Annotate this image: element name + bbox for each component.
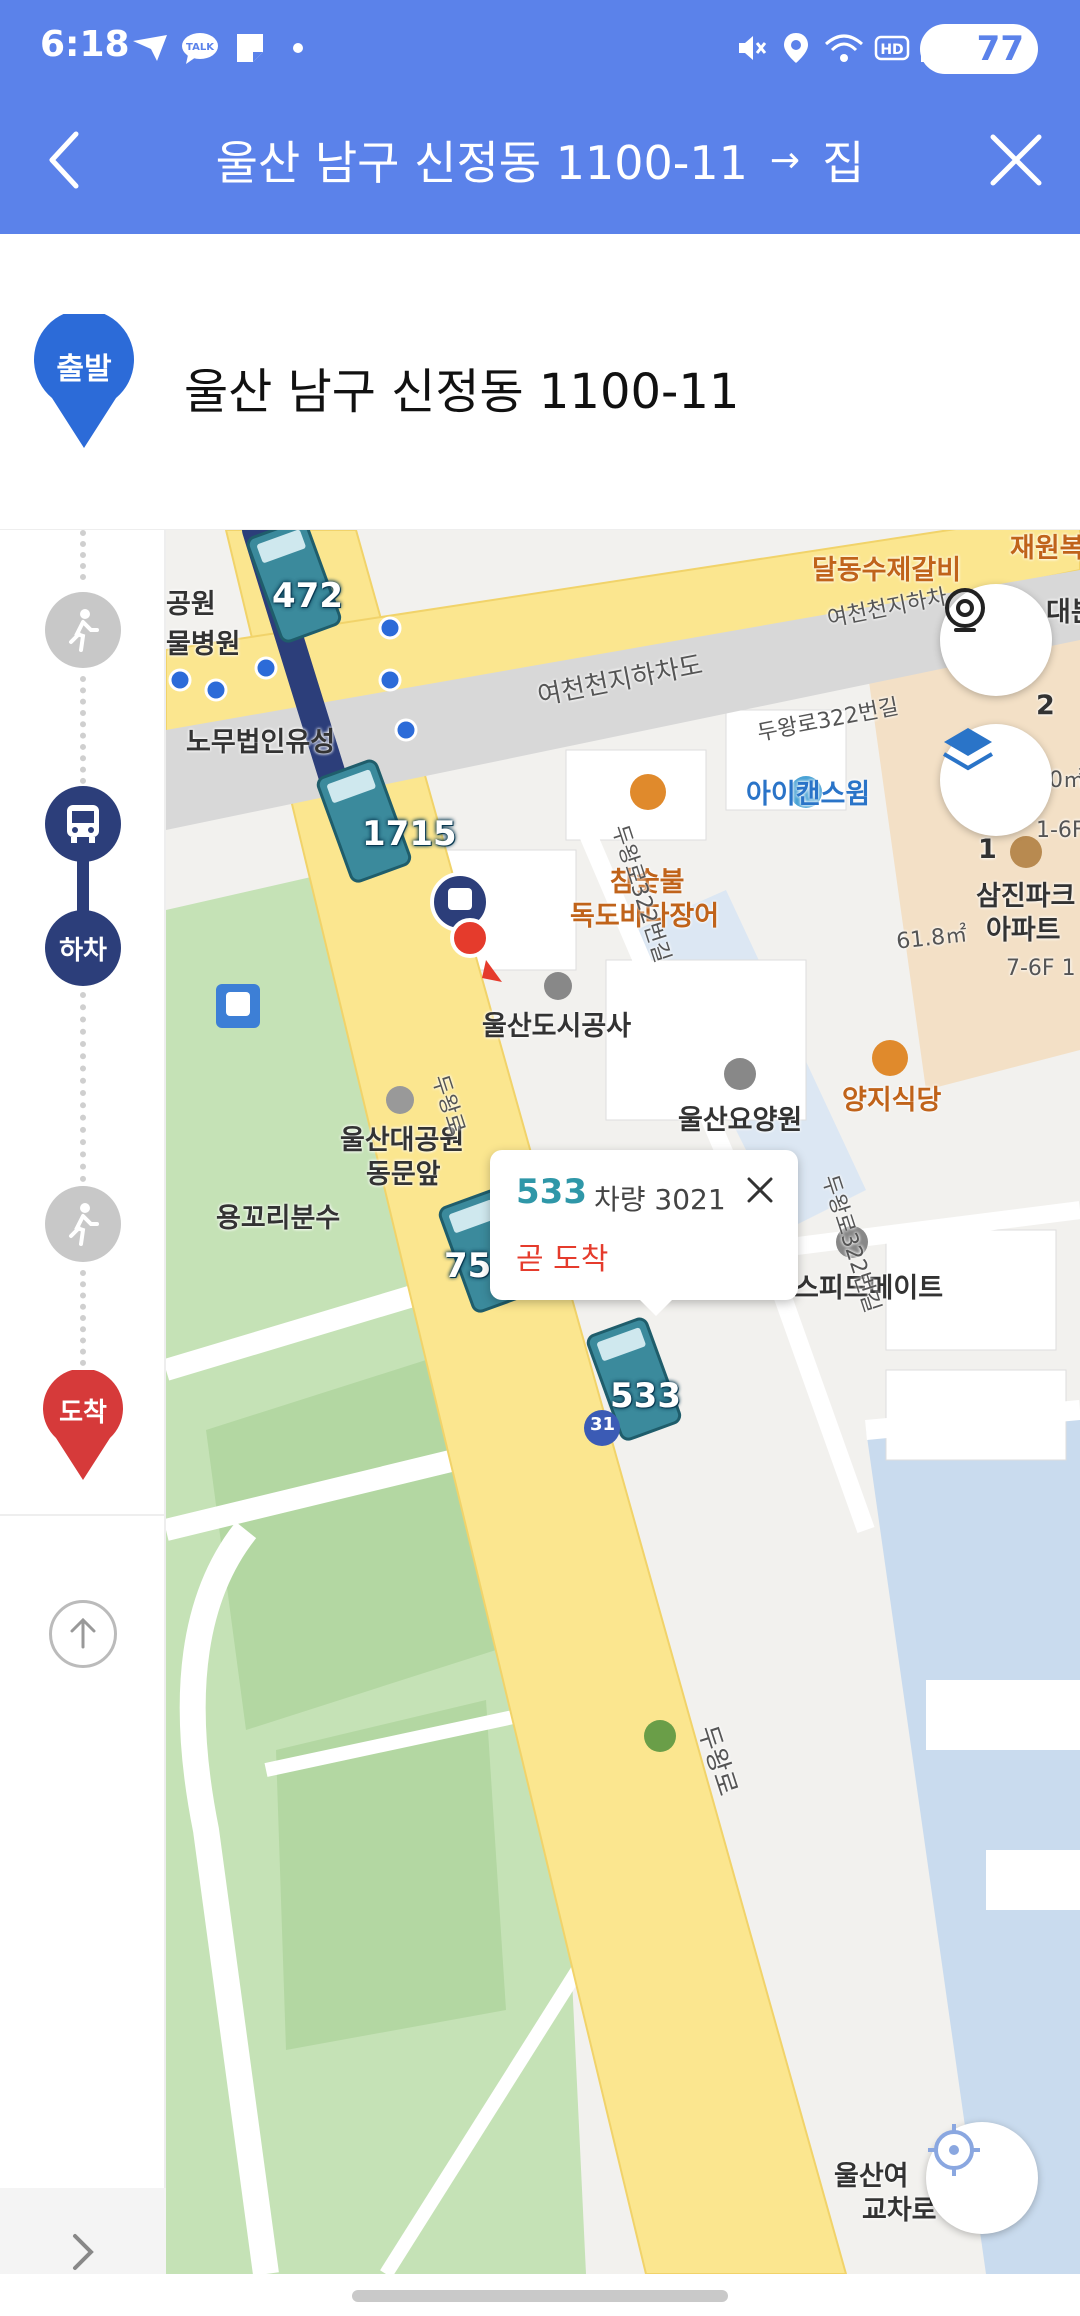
back-button[interactable]: [28, 124, 100, 196]
app-header: 6:18 TALK HD 77 울산 남구 신정동 1100-11 → 집: [0, 0, 1080, 234]
mute-icon: [732, 28, 772, 68]
origin-address: 울산 남구 신정동 1100-11: [184, 364, 740, 420]
map-label-num-2: 2: [1036, 690, 1055, 721]
svg-text:HD: HD: [880, 42, 903, 58]
bus-75-label[interactable]: 75: [444, 1246, 491, 1286]
walk-dots: [80, 1270, 86, 1366]
close-icon: [747, 1177, 773, 1203]
walking-person-icon: [69, 1203, 99, 1246]
map-view[interactable]: 공원 물병원 노무법인유성 달동수제갈비 재원복 대분 여천천지하차도 여천천지…: [166, 530, 1080, 2274]
hd-icon: HD: [872, 28, 912, 68]
nav-row: 울산 남구 신정동 1100-11 → 집: [0, 96, 1080, 234]
notes-icon: [230, 28, 270, 68]
bus-info-popup[interactable]: 533 차량 3021 곧 도착: [490, 1150, 798, 1316]
target-pin-icon: [945, 588, 985, 632]
location-pin-button[interactable]: [940, 584, 1052, 696]
map-label-jaewon: 재원복: [1010, 533, 1080, 564]
walk-dots: [80, 992, 86, 1182]
status-time: 6:18: [40, 24, 130, 65]
walk-step-2[interactable]: [45, 1186, 121, 1262]
park-marker-icon: [644, 1720, 676, 1752]
layers-icon: [942, 728, 994, 771]
alight-step[interactable]: 하차: [45, 910, 121, 986]
route-origin: 울산 남구 신정동 1100-11: [215, 136, 748, 190]
arrow-up-icon: [70, 1617, 96, 1649]
crosshair-icon: [928, 2124, 980, 2176]
route-31-label: 31: [590, 1414, 616, 1435]
popup-close-button[interactable]: [740, 1170, 780, 1210]
walk-step-1[interactable]: [45, 592, 121, 668]
walking-person-icon: [69, 609, 99, 652]
alight-label: 하차: [59, 935, 107, 966]
map-label-nursing: 울산요양원: [678, 1105, 803, 1136]
chevron-left-icon: [49, 131, 79, 189]
map-label-yongkkori: 용꼬리분수: [216, 1203, 341, 1234]
map-label-east-gate: 동문앞: [366, 1159, 441, 1190]
popup-route-number: 533: [516, 1172, 587, 1212]
map-label-ulsan-inter-2: 교차로: [862, 2195, 937, 2226]
close-button[interactable]: [980, 124, 1052, 196]
map-label-daebun: 대분: [1046, 597, 1080, 628]
park-inner-2: [276, 1700, 506, 2050]
map-label-park: 공원: [166, 589, 216, 620]
building: [926, 1680, 1080, 1750]
kakao-navi-icon: [130, 28, 170, 68]
route-arrow: →: [769, 139, 801, 181]
my-location-button[interactable]: [926, 2122, 1038, 2234]
walk-dots: [80, 530, 86, 580]
route-destination: 집: [822, 136, 865, 190]
walk-dots: [80, 676, 86, 784]
map-label-urban-corp: 울산도시공사: [482, 1011, 632, 1042]
map-label-apt: 아파트: [986, 915, 1061, 946]
dot-icon: [278, 28, 318, 68]
wifi-icon: [824, 28, 864, 68]
kakaotalk-icon: TALK: [180, 28, 220, 68]
origin-row[interactable]: 출발 울산 남구 신정동 1100-11: [0, 234, 1080, 530]
home-indicator[interactable]: [352, 2290, 728, 2302]
layers-button[interactable]: [940, 724, 1052, 836]
bus-472-label[interactable]: 472: [272, 576, 343, 616]
battery-icon: 77: [920, 24, 1038, 74]
map-label-yangji: 양지식당: [842, 1085, 942, 1116]
map-label-lot-b: 7-6F 1: [1006, 956, 1076, 981]
map-label-icans: 아이캔스윔: [746, 779, 871, 810]
scroll-top-button[interactable]: [49, 1600, 117, 1668]
popup-vehicle: 차량 3021: [594, 1183, 726, 1216]
route-timeline: 하차 도착: [0, 530, 166, 2316]
map-label-hospital: 물병원: [166, 629, 241, 660]
bus-1715-label[interactable]: 1715: [362, 814, 457, 854]
bus-icon: [67, 805, 99, 843]
current-location-dot: [450, 918, 490, 958]
bus-533-label[interactable]: 533: [610, 1376, 681, 1416]
bus-route-line: [77, 856, 89, 916]
chevron-right-icon: [73, 2234, 94, 2270]
divider: [0, 1514, 166, 1516]
svg-text:TALK: TALK: [186, 42, 215, 53]
map-label-num-1: 1: [978, 834, 997, 865]
end-pin-label: 도착: [59, 1398, 107, 1428]
start-pin-label: 출발: [56, 352, 112, 387]
popup-arrival-status: 곧 도착: [516, 1242, 609, 1277]
map-label-lot-a: 1-6F: [1036, 818, 1080, 843]
route-title: 울산 남구 신정동 1100-11 → 집: [140, 124, 940, 196]
close-icon: [990, 134, 1042, 186]
location-icon: [776, 28, 816, 68]
map-label-law: 노무법인유성: [186, 727, 336, 758]
status-bar: 6:18 TALK HD 77: [0, 0, 1080, 96]
building: [986, 1850, 1080, 1910]
bus-step[interactable]: [45, 786, 121, 862]
battery-level: 77: [976, 29, 1024, 69]
